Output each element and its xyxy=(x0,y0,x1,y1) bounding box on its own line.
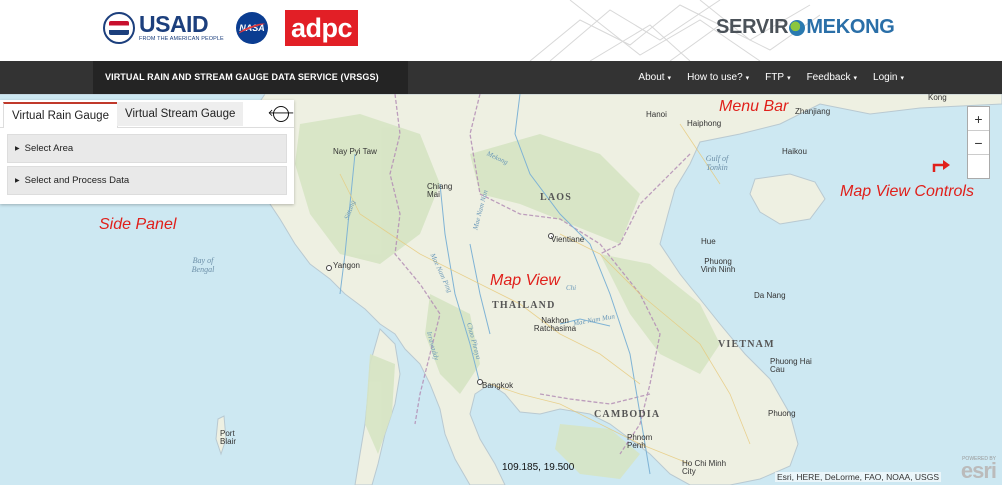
esri-wordmark: esri xyxy=(960,458,997,483)
water-label: Gulf of Tonkin xyxy=(705,154,729,172)
tab-virtual-rain-gauge[interactable]: Virtual Rain Gauge xyxy=(3,102,118,128)
app-title-box: VIRTUAL RAIN AND STREAM GAUGE DATA SERVI… xyxy=(93,61,408,94)
usaid-logo: USAID FROM THE AMERICAN PEOPLE xyxy=(103,10,224,46)
caret-down-icon: ▾ xyxy=(745,75,750,82)
globe-icon xyxy=(789,19,806,36)
country-label: THAILAND xyxy=(492,300,556,311)
nav-feedback[interactable]: Feedback ▾ xyxy=(807,72,857,83)
city-label: Yangon xyxy=(333,261,360,270)
city-label: Port Blair xyxy=(220,429,237,447)
city-label: Haiphong xyxy=(687,119,722,128)
usaid-tagline: FROM THE AMERICAN PEOPLE xyxy=(139,36,224,43)
accordion-label: Select and Process Data xyxy=(24,175,130,186)
usaid-seal-icon xyxy=(103,12,135,44)
caret-down-icon: ▾ xyxy=(787,75,791,82)
esri-logo: POWERED BY esri xyxy=(954,456,997,483)
city-label: Chiang Mai xyxy=(427,182,453,200)
zoom-in-button[interactable]: + xyxy=(968,107,989,131)
accordion-select-area[interactable]: ▶ Select Area xyxy=(7,134,287,163)
menu-bar-annotation: Menu Bar xyxy=(719,98,789,115)
nav-about-label: About xyxy=(638,72,665,83)
nav-feedback-label: Feedback xyxy=(806,72,851,83)
nav-menu: About ▾ How to use? ▾ FTP ▾ Feedback ▾ Login… xyxy=(622,61,904,94)
side-panel-annotation: Side Panel xyxy=(99,216,177,233)
map-view-controls-annotation: Map View Controls xyxy=(840,183,974,200)
city-label: Phuong Hai Cau xyxy=(770,357,812,375)
nav-login[interactable]: Login ▾ xyxy=(873,72,904,83)
servir-wordmark: SERVIR xyxy=(716,16,789,38)
nav-ftp-label: FTP xyxy=(765,72,785,83)
map-view-controls: + − xyxy=(967,106,990,179)
country-label: VIETNAM xyxy=(718,339,775,350)
arrow-left-icon: 🡐 xyxy=(267,108,295,119)
side-panel: Virtual Rain Gauge Virtual Stream Gauge … xyxy=(0,100,294,204)
cursor-coordinates: 109.185, 19.500 xyxy=(502,462,575,473)
caret-right-icon: ▶ xyxy=(15,146,20,152)
mekong-wordmark: MEKONG xyxy=(806,16,895,38)
city-label: Ho Chi Minh City xyxy=(682,459,727,477)
caret-down-icon: ▾ xyxy=(853,75,858,82)
usaid-wordmark: USAID xyxy=(139,11,209,38)
city-label: Hanoi xyxy=(646,110,667,119)
city-label: Kong xyxy=(928,94,947,102)
servir-mekong-logo: SERVIR MEKONG xyxy=(716,16,895,39)
map-view-annotation: Map View xyxy=(490,272,560,289)
caret-down-icon: ▾ xyxy=(900,75,904,82)
city-label: Da Nang xyxy=(754,291,786,300)
country-label: CAMBODIA xyxy=(594,409,661,420)
panel-tabs: Virtual Rain Gauge Virtual Stream Gauge … xyxy=(0,100,294,128)
accordion-label: Select Area xyxy=(24,143,74,154)
nav-how-to-use-label: How to use? xyxy=(687,72,743,83)
nav-login-label: Login xyxy=(873,72,898,83)
nav-about[interactable]: About ▾ xyxy=(638,72,671,83)
city-label: Haikou xyxy=(782,147,807,156)
city-label: Bangkok xyxy=(482,381,514,390)
city-label: Phuong xyxy=(768,409,796,418)
menu-bar: VIRTUAL RAIN AND STREAM GAUGE DATA SERVI… xyxy=(0,61,1002,94)
river-label: Chi xyxy=(566,284,577,292)
city-label: Phuong Vinh Ninh xyxy=(700,257,736,275)
zoom-out-button[interactable]: − xyxy=(968,131,989,155)
city-dot xyxy=(326,265,332,271)
water-label: Bay of Bengal xyxy=(191,256,215,274)
nasa-logo: NASA xyxy=(236,12,268,44)
app-title: VIRTUAL RAIN AND STREAM GAUGE DATA SERVI… xyxy=(105,72,379,82)
city-label: Hue xyxy=(701,237,716,246)
adpc-logo: adpc xyxy=(285,10,358,46)
caret-down-icon: ▾ xyxy=(667,75,672,82)
arrow-icon xyxy=(932,160,950,172)
map-attribution: Esri, HERE, DeLorme, FAO, NOAA, USGS xyxy=(775,472,942,482)
accordion-select-process-data[interactable]: ▶ Select and Process Data xyxy=(7,166,287,195)
city-label: Phnom Penh xyxy=(627,433,653,451)
city-label: Nay Pyi Taw xyxy=(333,147,377,156)
caret-right-icon: ▶ xyxy=(15,178,20,184)
tab-virtual-stream-gauge[interactable]: Virtual Stream Gauge xyxy=(117,102,244,126)
city-label: Vientiane xyxy=(551,235,585,244)
city-label: Zhanjiang xyxy=(795,107,831,116)
home-extent-button[interactable] xyxy=(968,155,989,178)
header: USAID FROM THE AMERICAN PEOPLE NASA adpc… xyxy=(0,0,1002,61)
nav-ftp[interactable]: FTP ▾ xyxy=(765,72,790,83)
nav-how-to-use[interactable]: How to use? ▾ xyxy=(687,72,749,83)
collapse-panel-button[interactable]: 🡐 xyxy=(268,106,294,122)
country-label: LAOS xyxy=(540,192,573,203)
